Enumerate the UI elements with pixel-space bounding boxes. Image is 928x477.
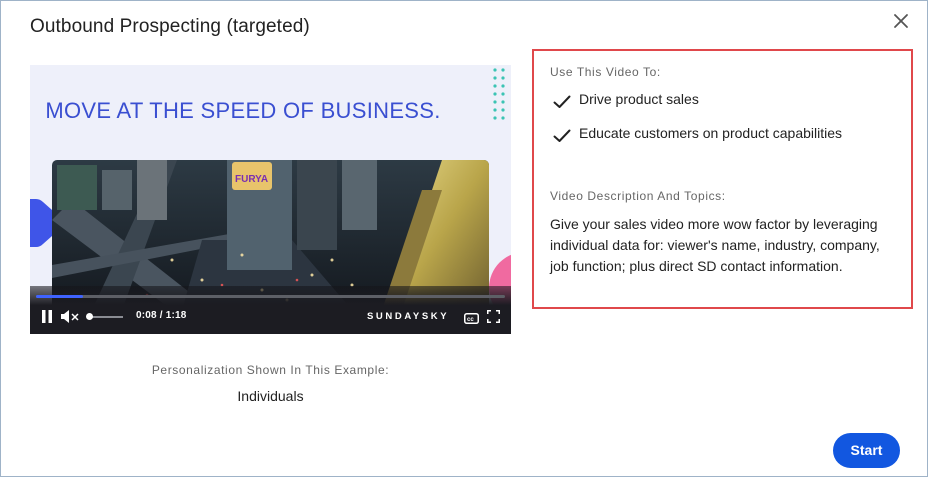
mute-icon[interactable]	[61, 310, 81, 328]
personalization-value: Individuals	[237, 388, 304, 404]
modal-title: Outbound Prospecting (targeted)	[30, 16, 310, 37]
svg-text:cc: cc	[467, 317, 474, 323]
progress-fill	[36, 295, 83, 298]
progress-bar[interactable]	[36, 295, 505, 298]
video-controls: 0:08 / 1:18 SUNDAYSKY cc	[30, 286, 511, 334]
start-button[interactable]: Start	[833, 433, 900, 468]
modal-dialog: Outbound Prospecting (targeted) MOVE AT …	[0, 0, 928, 477]
close-icon[interactable]	[890, 10, 912, 32]
personalization-label: Personalization Shown In This Example:	[151, 363, 390, 377]
fullscreen-icon[interactable]	[487, 310, 500, 328]
captions-icon[interactable]: cc	[464, 311, 479, 329]
svg-text:FURYA: FURYA	[235, 174, 268, 185]
time-display: 0:08 / 1:18	[136, 310, 187, 321]
video-player[interactable]: MOVE AT THE SPEED OF BUSINESS. FURYA 0:0…	[30, 65, 511, 334]
description-text: Give your sales video more wow factor by…	[550, 216, 880, 274]
volume-knob[interactable]	[86, 313, 93, 320]
video-info-panel: Use This Video To: Drive product sales E…	[532, 49, 913, 309]
pause-icon[interactable]	[41, 310, 53, 328]
use-item-text: Drive product sales	[579, 91, 699, 107]
checkmark-icon	[553, 95, 571, 108]
use-item-text: Educate customers on product capabilitie…	[579, 125, 843, 141]
sundaysky-logo: SUNDAYSKY	[367, 311, 450, 322]
decorative-dots	[493, 68, 505, 120]
description-label: Video Description And Topics:	[550, 189, 726, 203]
use-video-label: Use This Video To:	[550, 65, 661, 79]
checkmark-icon	[553, 129, 571, 142]
video-headline: MOVE AT THE SPEED OF BUSINESS.	[45, 98, 441, 123]
